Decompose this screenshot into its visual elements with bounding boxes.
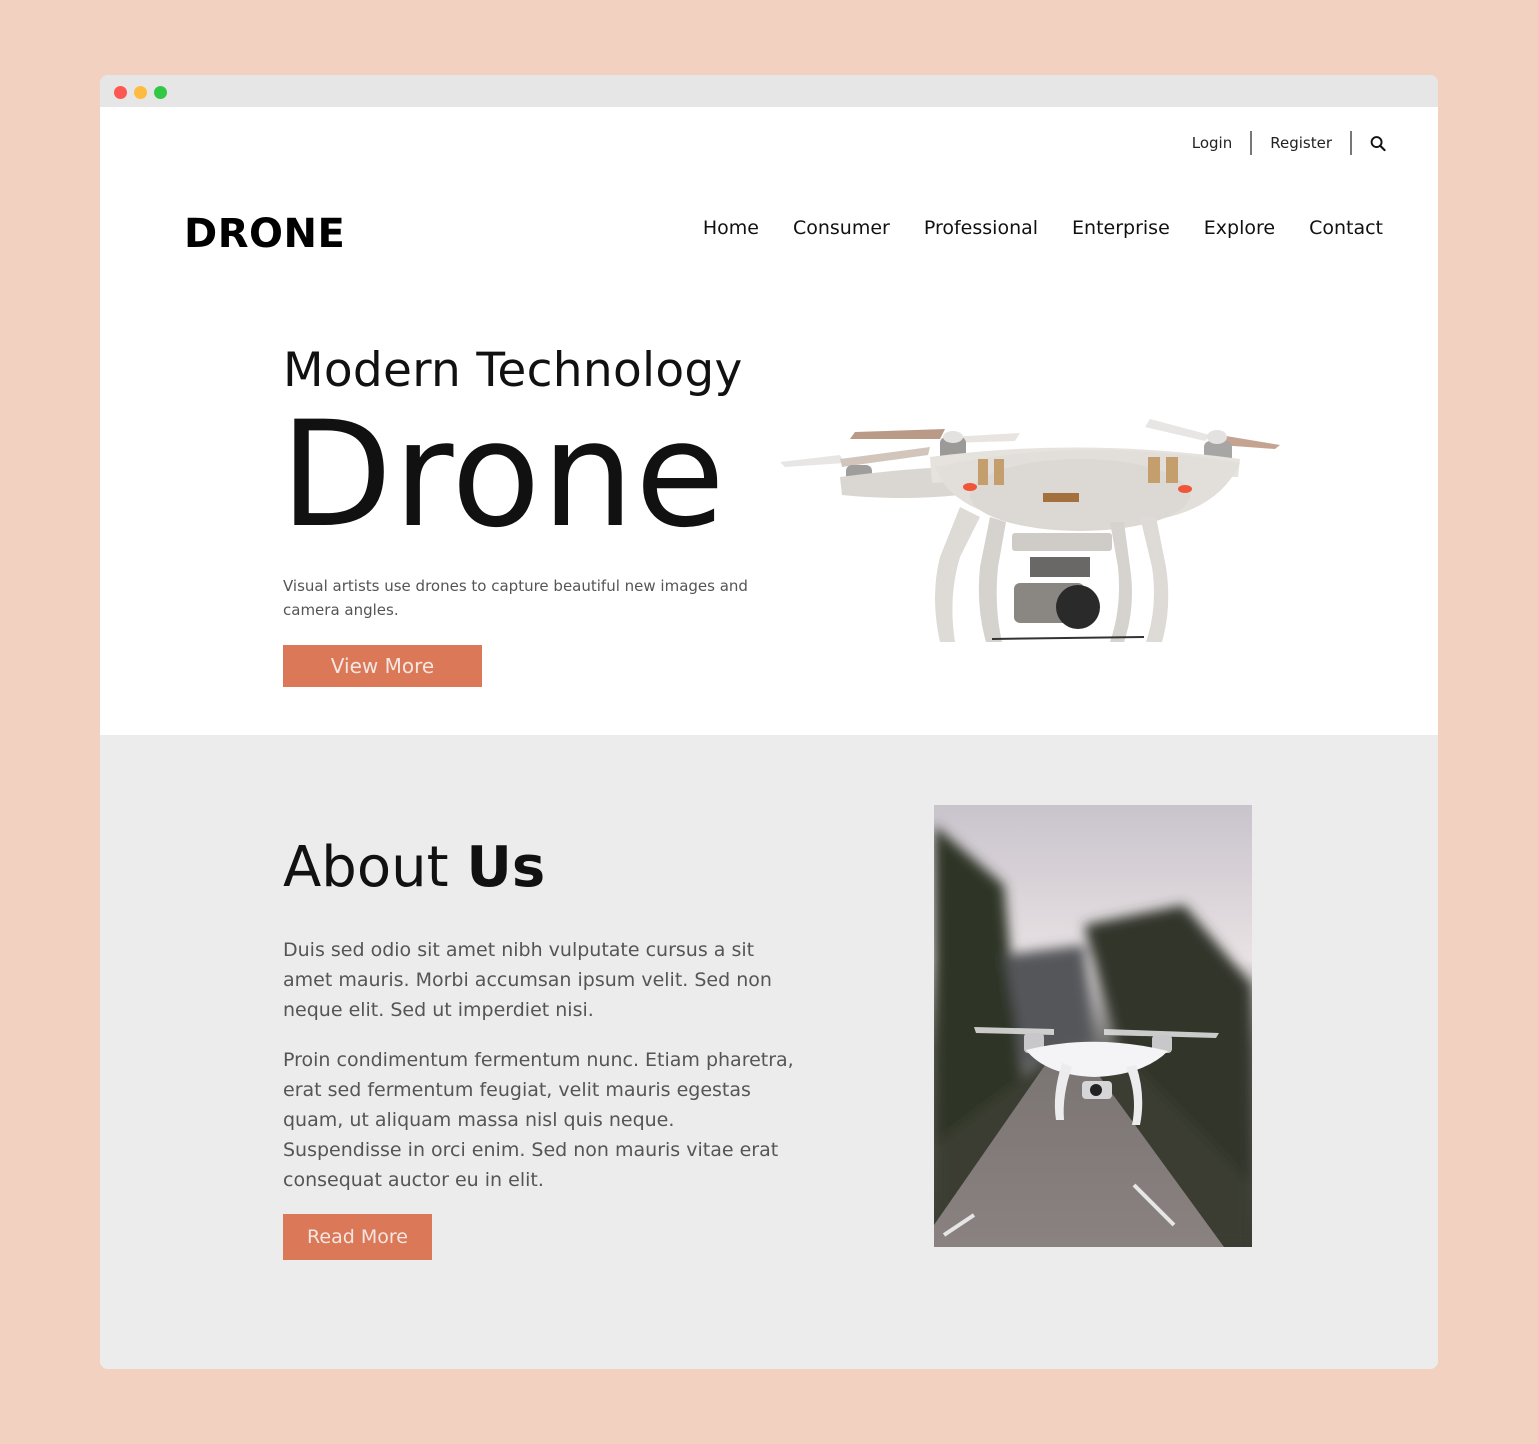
hero-title: Drone — [280, 390, 726, 560]
about-title-bold: Us — [466, 835, 546, 900]
hero-description: Visual artists use drones to capture bea… — [283, 577, 748, 619]
site-logo[interactable]: DRONE — [184, 211, 345, 257]
register-link[interactable]: Register — [1252, 131, 1350, 155]
nav-enterprise[interactable]: Enterprise — [1072, 217, 1170, 239]
nav-professional[interactable]: Professional — [924, 217, 1038, 239]
about-paragraph-1: Duis sed odio sit amet nibh vulputate cu… — [283, 939, 772, 1021]
about-title: About Us — [283, 835, 545, 900]
hero-section: Login Register DRONE Home Consumer Profe… — [100, 107, 1438, 735]
main-nav: Home Consumer Professional Enterprise Ex… — [703, 217, 1383, 239]
about-section: About Us Duis sed odio sit amet nibh vul… — [100, 735, 1438, 1369]
window-titlebar — [100, 75, 1438, 107]
read-more-button[interactable]: Read More — [283, 1214, 432, 1260]
about-title-light: About — [283, 835, 449, 900]
about-drone-photo — [934, 805, 1252, 1247]
nav-consumer[interactable]: Consumer — [793, 217, 890, 239]
account-bar: Login Register — [1174, 131, 1386, 155]
nav-contact[interactable]: Contact — [1309, 217, 1383, 239]
login-link[interactable]: Login — [1174, 131, 1250, 155]
nav-explore[interactable]: Explore — [1204, 217, 1275, 239]
view-more-button[interactable]: View More — [283, 645, 482, 687]
nav-home[interactable]: Home — [703, 217, 759, 239]
minimize-window-button[interactable] — [134, 86, 147, 99]
maximize-window-button[interactable] — [154, 86, 167, 99]
close-window-button[interactable] — [114, 86, 127, 99]
search-icon[interactable] — [1352, 131, 1386, 155]
browser-window: Login Register DRONE Home Consumer Profe… — [100, 75, 1438, 1369]
hero-drone-image — [780, 407, 1285, 657]
about-paragraph-2: Proin condimentum fermentum nunc. Etiam … — [283, 1049, 794, 1191]
